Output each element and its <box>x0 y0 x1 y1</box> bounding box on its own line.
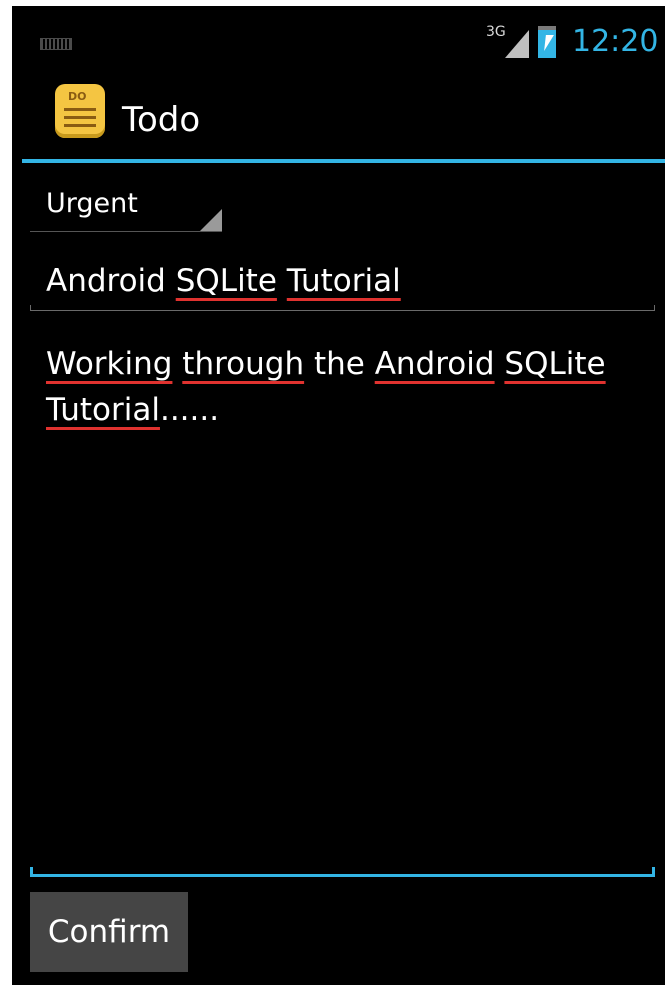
misspelled-word: Tutorial <box>46 392 160 428</box>
action-bar: DO Todo <box>12 68 665 164</box>
misspelled-word: SQLite <box>504 346 606 382</box>
summary-input[interactable]: Android SQLite Tutorial <box>30 261 655 311</box>
description-text-segment: the <box>304 346 375 382</box>
misspelled-word: Tutorial <box>286 263 401 299</box>
network-type-label: 3G <box>486 24 506 40</box>
category-spinner[interactable]: Urgent <box>30 176 222 234</box>
summary-text-segment: Android <box>46 263 176 299</box>
notepad-line <box>64 108 96 111</box>
description-input[interactable]: Working through the Android SQLite Tutor… <box>30 341 655 881</box>
battery-charging-icon <box>538 26 556 58</box>
app-icon-label: DO <box>68 90 87 103</box>
summary-underline <box>30 305 655 311</box>
misspelled-word: Android <box>374 346 495 382</box>
description-focus-underline <box>30 867 655 877</box>
notepad-line <box>64 116 96 119</box>
todo-app-icon[interactable]: DO <box>55 84 105 138</box>
category-selected-value: Urgent <box>46 188 138 219</box>
description-text: Working through the Android SQLite Tutor… <box>46 341 646 433</box>
misspelled-word: Working <box>46 346 173 382</box>
dropdown-triangle-icon <box>200 209 222 231</box>
app-title: Todo <box>122 100 201 140</box>
summary-text-segment <box>277 263 287 299</box>
description-text-segment <box>172 346 182 382</box>
signal-icon <box>505 30 529 58</box>
misspelled-word: through <box>182 346 305 382</box>
misspelled-word: SQLite <box>175 263 277 299</box>
spinner-underline <box>30 231 222 232</box>
status-clock: 12:20 <box>572 24 659 59</box>
description-text-segment: ...... <box>159 392 220 428</box>
keyboard-icon <box>40 38 72 50</box>
summary-text: Android SQLite Tutorial <box>46 263 401 299</box>
screen: 3G 12:20 DO Todo Urgent Android SQLite T… <box>12 6 665 985</box>
description-text-segment <box>495 346 505 382</box>
action-bar-divider <box>22 159 665 163</box>
status-bar: 3G 12:20 <box>12 6 665 68</box>
notepad-line <box>64 124 96 127</box>
confirm-button[interactable]: Confirm <box>30 892 188 972</box>
